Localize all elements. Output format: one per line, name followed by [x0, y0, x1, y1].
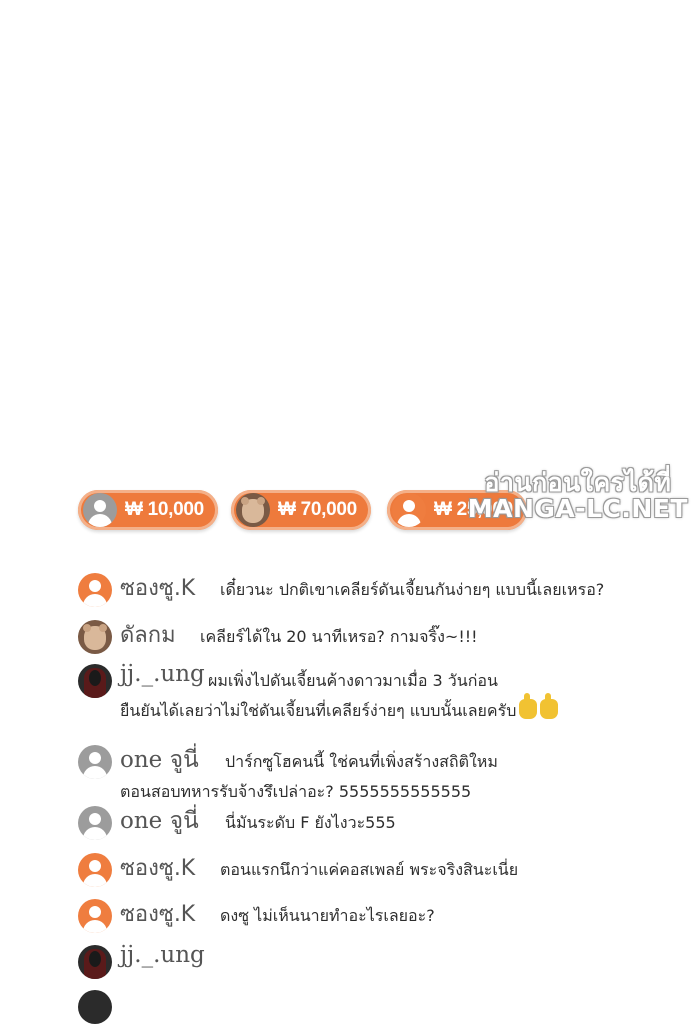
person-icon [83, 493, 117, 527]
user-photo-avatar[interactable] [78, 664, 112, 698]
person-icon[interactable] [78, 853, 112, 887]
comment-username[interactable]: ดัลกม [120, 617, 176, 652]
user-photo-avatar[interactable] [78, 945, 112, 979]
comment-username[interactable]: ซองซู.K [120, 850, 195, 885]
person-icon[interactable] [78, 899, 112, 933]
bear-avatar[interactable] [78, 620, 112, 654]
donation-chip[interactable]: ₩ 70,000 [231, 490, 371, 530]
person-icon[interactable] [78, 573, 112, 607]
donation-chip[interactable]: ₩ 10,000 [78, 490, 218, 530]
comment-username[interactable]: ซองซู.K [120, 896, 195, 931]
donation-amount: ₩ 70,000 [278, 499, 357, 520]
person-icon[interactable] [78, 806, 112, 840]
comment-text: เคลียร์ได้ใน 20 นาทีเหรอ? กามจริ๊ง~!!! [200, 627, 478, 646]
comment-text: ดงซู ไม่เห็นนายทำอะไรเลยอะ? [220, 906, 435, 925]
comment-text: ตอนแรกนึกว่าแค่คอสเพลย์ พระจริงสินะเนี่ย [220, 860, 519, 879]
comment-username[interactable]: jj._.ung [120, 942, 205, 968]
comment-username[interactable]: jj._.ung [120, 661, 205, 687]
person-icon [392, 493, 426, 527]
watermark-line-1: อ่านก่อนใครได้ที่ [484, 468, 672, 497]
user-photo-avatar[interactable] [78, 990, 112, 1024]
person-icon[interactable] [78, 745, 112, 779]
comment-username[interactable]: ซองซู.K [120, 570, 195, 605]
thumbs-up-emoji [519, 693, 538, 719]
comment-text: ผมเพิ่งไปดันเจี้ยนค้างดาวมาเมื่อ 3 วันก่… [208, 671, 498, 690]
donation-amount: ₩ 10,000 [125, 499, 204, 520]
watermark-line-2: MANGA-LC.NET [467, 494, 688, 524]
watermark: อ่านก่อนใครได้ที่ MANGA-LC.NET [467, 468, 688, 524]
comment-username[interactable]: one จูนี่ [120, 803, 199, 839]
bear-avatar [236, 493, 270, 527]
comment-text: นี่มันระดับ F ยังไงวะ555 [225, 813, 396, 832]
comment-text: ปาร์กซูโฮคนนี้ ใช่คนที่เพิ่งสร้างสถิติให… [225, 752, 498, 771]
comment-username[interactable]: one จูนี่ [120, 742, 199, 778]
thumbs-up-emoji [540, 693, 559, 719]
comment-text: ยืนยันได้เลยว่าไม่ใช่ดันเจี้ยนที่เคลียร์… [120, 693, 559, 726]
comment-text: เดี๋ยวนะ ปกติเขาเคลียร์ดันเจี้ยนกันง่ายๆ… [220, 580, 605, 599]
